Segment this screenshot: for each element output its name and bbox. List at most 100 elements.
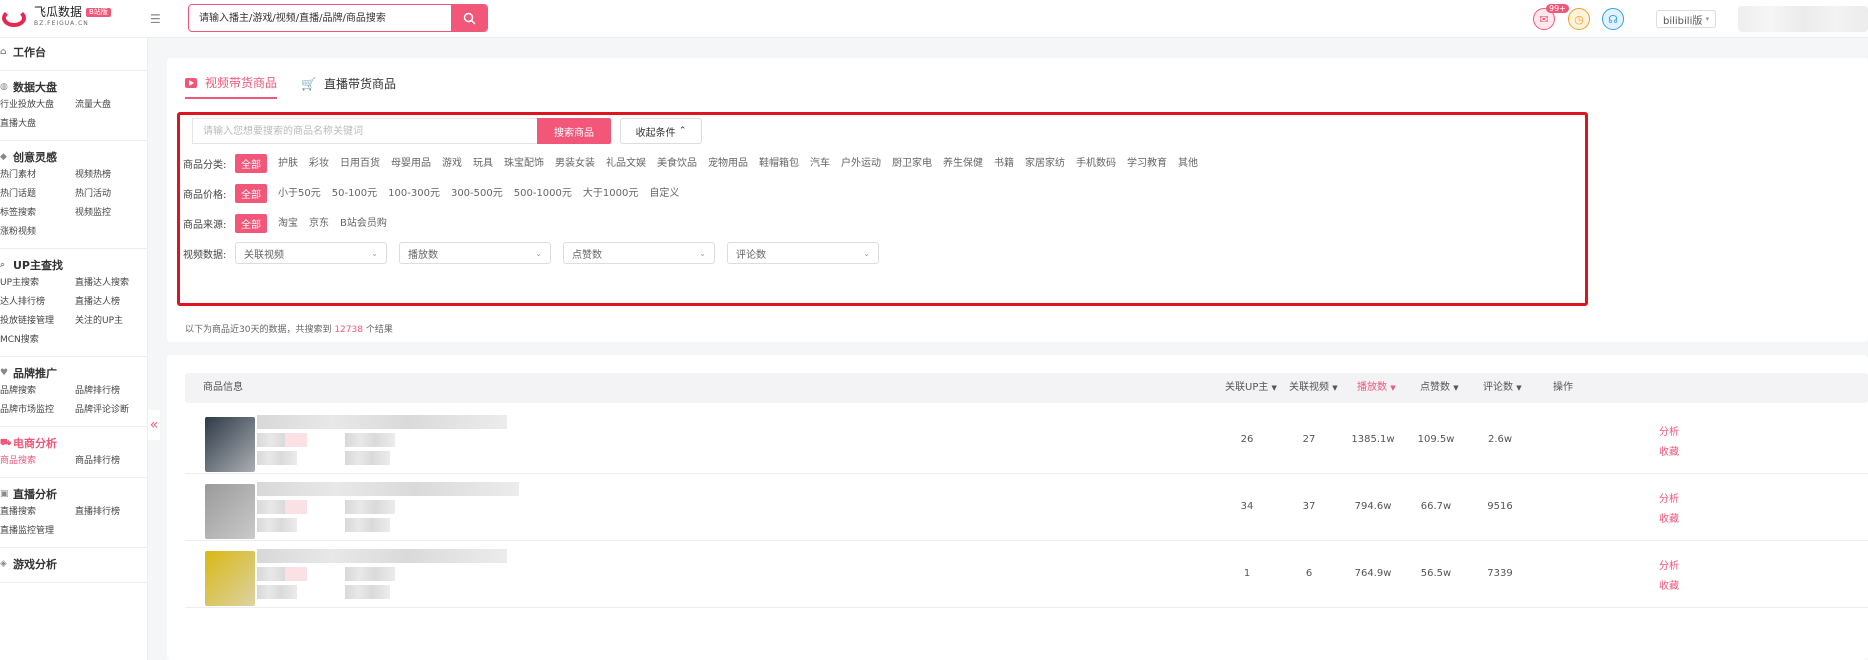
sidebar-item[interactable]: 直播搜索 [0,504,75,520]
feigua-logo[interactable]: 飞瓜数据 B站版 BZ.FEIGUA.CN [2,6,111,27]
mail-icon[interactable]: ✉ 99+ [1533,4,1569,30]
sidebar-item[interactable]: 行业投放大盘 [0,97,75,113]
product-thumbnail[interactable] [205,551,255,606]
sidebar-item[interactable]: 品牌评论诊断 [75,402,145,418]
video-data-dropdown[interactable]: 点赞数 ⌄ [563,242,715,264]
sidebar-item[interactable]: 达人排行榜 [0,294,75,310]
sidebar-group-title[interactable]: ▣ 直播分析 [0,484,147,504]
sidebar-item[interactable]: 直播大盘 [0,116,75,132]
sidebar-item[interactable]: 热门活动 [75,186,145,202]
category-option[interactable]: 日用百货 [340,154,380,173]
sidebar-group-title[interactable]: ⌂ 工作台 [0,42,147,62]
headset-icon[interactable]: ☊ [1602,8,1624,30]
sidebar-item[interactable]: 商品排行榜 [75,453,145,469]
platform-select[interactable]: bilibili版 ▾ [1656,10,1717,28]
table-row[interactable]: 26 27 1385.1w 109.5w 2.6w 分析 收藏 [185,407,1868,474]
price-option[interactable]: 300-500元 [451,184,503,203]
category-option[interactable]: 男装女装 [555,154,595,173]
category-option[interactable]: 护肤 [278,154,298,173]
sidebar-item[interactable]: 直播达人榜 [75,294,145,310]
sidebar-item[interactable]: 商品搜索 [0,453,75,469]
sidebar-item[interactable]: MCN搜索 [0,332,75,348]
sidebar-item[interactable]: 视频热榜 [75,167,145,183]
category-option[interactable]: 玩具 [473,154,493,173]
sidebar-group-title[interactable]: ◍ 数据大盘 [0,77,147,97]
sidebar-group-title[interactable]: ⌕ UP主查找 [0,255,147,275]
sidebar-group-title[interactable]: ◈ 游戏分析 [0,554,147,574]
product-thumbnail[interactable] [205,484,255,539]
col-plays[interactable]: 播放数 ▼ [1357,373,1396,403]
sidebar-item[interactable]: 热门话题 [0,186,75,202]
price-option[interactable]: 50-100元 [332,184,377,203]
col-related-up[interactable]: 关联UP主 ▼ [1225,373,1277,403]
sidebar-item[interactable]: 品牌排行榜 [75,383,145,399]
sidebar-item[interactable]: 品牌搜索 [0,383,75,399]
sidebar-group-title[interactable]: ◆ 创意灵感 [0,147,147,167]
user-avatar-area[interactable] [1738,6,1868,32]
source-option[interactable]: 京东 [309,214,329,233]
clock-icon[interactable]: ◷ [1568,8,1590,30]
sidebar-item[interactable]: 标签搜索 [0,205,75,221]
sidebar-group-title[interactable]: ♥ 品牌推广 [0,363,147,383]
table-row[interactable]: 1 6 764.9w 56.5w 7339 分析 收藏 [185,541,1868,608]
category-option[interactable]: 宠物用品 [708,154,748,173]
tab-live-products[interactable]: 🛒 直播带货商品 [301,74,396,99]
sidebar-item[interactable]: 品牌市场监控 [0,402,75,418]
global-search-input[interactable] [189,5,451,31]
video-data-dropdown[interactable]: 关联视频 ⌄ [235,242,387,264]
source-option[interactable]: B站会员购 [340,214,387,233]
category-option[interactable]: 鞋帽箱包 [759,154,799,173]
sidebar-group-title[interactable]: ⛟ 电商分析 [0,433,147,453]
sidebar-item[interactable]: 涨粉视频 [0,224,75,240]
price-option[interactable]: 自定义 [649,184,679,203]
category-option[interactable]: 礼品文娱 [606,154,646,173]
category-option[interactable]: 其他 [1178,154,1198,173]
sidebar-item[interactable]: 直播达人搜索 [75,275,145,291]
collapse-sidebar-icon[interactable]: « [148,410,160,440]
favorite-link[interactable]: 收藏 [1659,443,1679,458]
category-option[interactable]: 厨卫家电 [892,154,932,173]
sidebar-item[interactable]: 直播监控管理 [0,523,75,539]
col-related-videos[interactable]: 关联视频 ▼ [1289,373,1338,403]
search-products-button[interactable]: 搜索商品 [537,118,611,144]
global-search-button[interactable] [451,5,487,31]
category-option[interactable]: 全部 [235,154,267,173]
keyword-search-input[interactable] [192,118,537,144]
sidebar-item[interactable]: 直播排行榜 [75,504,145,520]
tab-video-products[interactable]: 视频带货商品 [185,74,278,99]
analyze-link[interactable]: 分析 [1659,557,1679,572]
sidebar-item[interactable]: 流量大盘 [75,97,145,113]
analyze-link[interactable]: 分析 [1659,490,1679,505]
category-option[interactable]: 养生保健 [943,154,983,173]
category-option[interactable]: 户外运动 [841,154,881,173]
product-thumbnail[interactable] [205,417,255,472]
sidebar-item[interactable]: UP主搜索 [0,275,75,291]
price-option[interactable]: 大于1000元 [583,184,638,203]
category-option[interactable]: 母婴用品 [391,154,431,173]
sidebar-item[interactable]: 关注的UP主 [75,313,145,329]
fold-conditions-button[interactable]: 收起条件 ⌃ [620,118,702,144]
sidebar-item[interactable]: 投放链接管理 [0,313,75,329]
favorite-link[interactable]: 收藏 [1659,577,1679,592]
analyze-link[interactable]: 分析 [1659,423,1679,438]
price-option[interactable]: 小于50元 [278,184,321,203]
favorite-link[interactable]: 收藏 [1659,510,1679,525]
category-option[interactable]: 汽车 [810,154,830,173]
video-data-dropdown[interactable]: 评论数 ⌄ [727,242,879,264]
sidebar-item[interactable]: 热门素材 [0,167,75,183]
video-data-dropdown[interactable]: 播放数 ⌄ [399,242,551,264]
price-option[interactable]: 500-1000元 [514,184,572,203]
menu-toggle-icon[interactable]: ☰ [150,12,161,26]
sidebar-item[interactable]: 视频监控 [75,205,145,221]
price-option[interactable]: 100-300元 [388,184,440,203]
category-option[interactable]: 书籍 [994,154,1014,173]
table-row[interactable]: 34 37 794.6w 66.7w 9516 分析 收藏 [185,474,1868,541]
source-option[interactable]: 全部 [235,214,267,233]
category-option[interactable]: 珠宝配饰 [504,154,544,173]
col-likes[interactable]: 点赞数 ▼ [1420,373,1459,403]
category-option[interactable]: 家居家纺 [1025,154,1065,173]
category-option[interactable]: 美食饮品 [657,154,697,173]
category-option[interactable]: 彩妆 [309,154,329,173]
col-comments[interactable]: 评论数 ▼ [1483,373,1522,403]
source-option[interactable]: 淘宝 [278,214,298,233]
